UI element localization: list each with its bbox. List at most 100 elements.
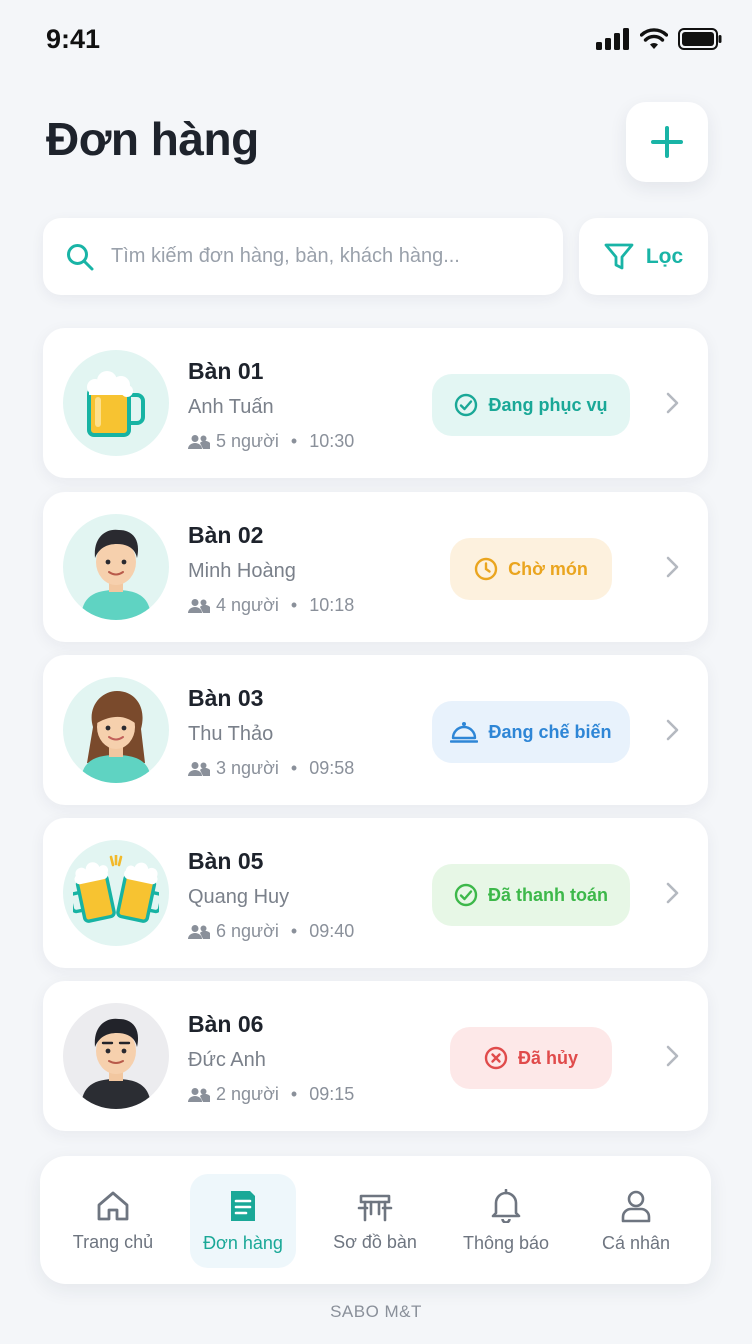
order-meta: 6 người • 09:40: [188, 921, 354, 942]
tab-notifications[interactable]: Thông báo: [451, 1174, 561, 1268]
bell-icon: [491, 1188, 521, 1223]
filter-button[interactable]: Lọc: [579, 218, 708, 295]
separator-dot: •: [290, 758, 298, 778]
wifi-icon: [640, 28, 668, 49]
users-icon: [188, 761, 210, 776]
order-card[interactable]: Bàn 06 Đức Anh 2 người • 09:15 Đã hủy: [43, 981, 708, 1131]
home-icon: [97, 1191, 129, 1220]
separator-dot: •: [290, 1084, 298, 1104]
receipt-icon: [231, 1190, 255, 1221]
tab-home[interactable]: Trang chủ: [58, 1174, 168, 1268]
users-icon: [188, 924, 210, 939]
separator-dot: •: [290, 921, 298, 941]
user-icon: [621, 1190, 651, 1222]
guest-count: 4 người: [216, 595, 279, 615]
customer-name: Minh Hoàng: [188, 560, 296, 582]
tab-table-map[interactable]: Sơ đồ bàn: [320, 1174, 430, 1268]
search-box[interactable]: [43, 218, 563, 295]
plus-icon: [651, 126, 683, 158]
status-time: 9:41: [46, 24, 101, 54]
order-time: 10:30: [309, 431, 355, 451]
status-badge: Đã thanh toán: [432, 864, 630, 926]
order-card[interactable]: Bàn 01 Anh Tuấn 5 người • 10:30 Đang phụ…: [43, 328, 708, 478]
status-badge: Đang chế biến: [432, 701, 630, 763]
order-time: 09:58: [309, 758, 355, 778]
table-name: Bàn 05: [188, 848, 264, 874]
customer-name: Thu Thảo: [188, 723, 274, 745]
clock-icon: [474, 557, 498, 581]
check-circle-icon: [455, 393, 478, 417]
tab-orders[interactable]: Đơn hàng: [190, 1174, 296, 1268]
table-name: Bàn 03: [188, 685, 264, 711]
table-icon: [357, 1194, 393, 1221]
order-meta: 4 người • 10:18: [188, 595, 354, 616]
filter-label: Lọc: [645, 244, 684, 268]
order-time: 10:18: [309, 595, 355, 615]
separator-dot: •: [290, 595, 298, 615]
status-badge: Chờ món: [450, 538, 612, 600]
man-avatar: [63, 514, 169, 620]
filter-icon: [604, 243, 634, 269]
order-meta: 3 người • 09:58: [188, 758, 354, 779]
guest-count: 6 người: [216, 921, 279, 941]
status-label: Đã hủy: [517, 1047, 578, 1068]
customer-name: Quang Huy: [188, 886, 290, 908]
table-name: Bàn 01: [188, 358, 264, 384]
order-time: 09:40: [309, 921, 355, 941]
x-circle-icon: [484, 1046, 508, 1070]
signal-icon: [596, 28, 629, 50]
order-meta: 2 người • 09:15: [188, 1084, 354, 1105]
customer-name: Anh Tuấn: [188, 396, 274, 418]
status-icons: [596, 28, 722, 50]
order-card[interactable]: Bàn 02 Minh Hoàng 4 người • 10:18 Chờ mó…: [43, 492, 708, 642]
man-dark-icon: [81, 1018, 151, 1109]
add-order-button[interactable]: [626, 102, 708, 182]
order-card[interactable]: Bàn 05 Quang Huy 6 người • 09:40 Đã than…: [43, 818, 708, 968]
status-badge: Đã hủy: [450, 1027, 612, 1089]
order-time: 09:15: [309, 1084, 355, 1104]
users-icon: [188, 434, 210, 449]
guest-count: 5 người: [216, 431, 279, 451]
status-bar: 9:41: [0, 0, 752, 84]
search-input[interactable]: [111, 245, 531, 268]
tab-label: Cá nhân: [601, 1232, 671, 1253]
bottom-tab-bar: Trang chủ Đơn hàng Sơ đồ bàn Thông báo C…: [40, 1156, 711, 1284]
beer-cheers-avatar: [63, 840, 169, 946]
order-meta: 5 người • 10:30: [188, 431, 354, 452]
tab-label: Trang chủ: [72, 1231, 154, 1252]
status-label: Đã thanh toán: [488, 884, 608, 905]
guest-count: 2 người: [216, 1084, 279, 1104]
beer-mug-avatar: [63, 350, 169, 456]
check-circle-icon: [454, 883, 478, 907]
users-icon: [188, 598, 210, 613]
chevron-right-icon[interactable]: [663, 1044, 681, 1068]
search-icon: [67, 243, 94, 270]
tab-label: Thông báo: [462, 1232, 550, 1253]
woman-avatar: [63, 677, 169, 783]
separator-dot: •: [290, 431, 298, 451]
table-name: Bàn 02: [188, 522, 264, 548]
woman-icon: [81, 691, 151, 783]
tab-label: Đơn hàng: [203, 1232, 283, 1253]
tab-label: Sơ đồ bàn: [333, 1231, 417, 1252]
beer-mug-icon: [87, 371, 145, 437]
page-title: Đơn hàng: [46, 113, 259, 165]
man-dark-avatar: [63, 1003, 169, 1109]
customer-name: Đức Anh: [188, 1049, 266, 1071]
chevron-right-icon[interactable]: [663, 881, 681, 905]
cloche-icon: [450, 722, 479, 743]
table-name: Bàn 06: [188, 1011, 264, 1037]
users-icon: [188, 1087, 210, 1102]
chevron-right-icon[interactable]: [663, 718, 681, 742]
battery-icon: [678, 28, 722, 50]
order-card[interactable]: Bàn 03 Thu Thảo 3 người • 09:58 Đang chế…: [43, 655, 708, 805]
status-label: Đang phục vụ: [488, 394, 608, 415]
chevron-right-icon[interactable]: [663, 555, 681, 579]
status-badge: Đang phục vụ: [432, 374, 630, 436]
tab-profile[interactable]: Cá nhân: [581, 1174, 691, 1268]
chevron-right-icon[interactable]: [663, 391, 681, 415]
man-icon: [81, 529, 151, 620]
beer-cheers-icon: [73, 855, 159, 923]
status-label: Chờ món: [508, 558, 588, 579]
footer-brand: SABO M&T: [330, 1302, 422, 1321]
